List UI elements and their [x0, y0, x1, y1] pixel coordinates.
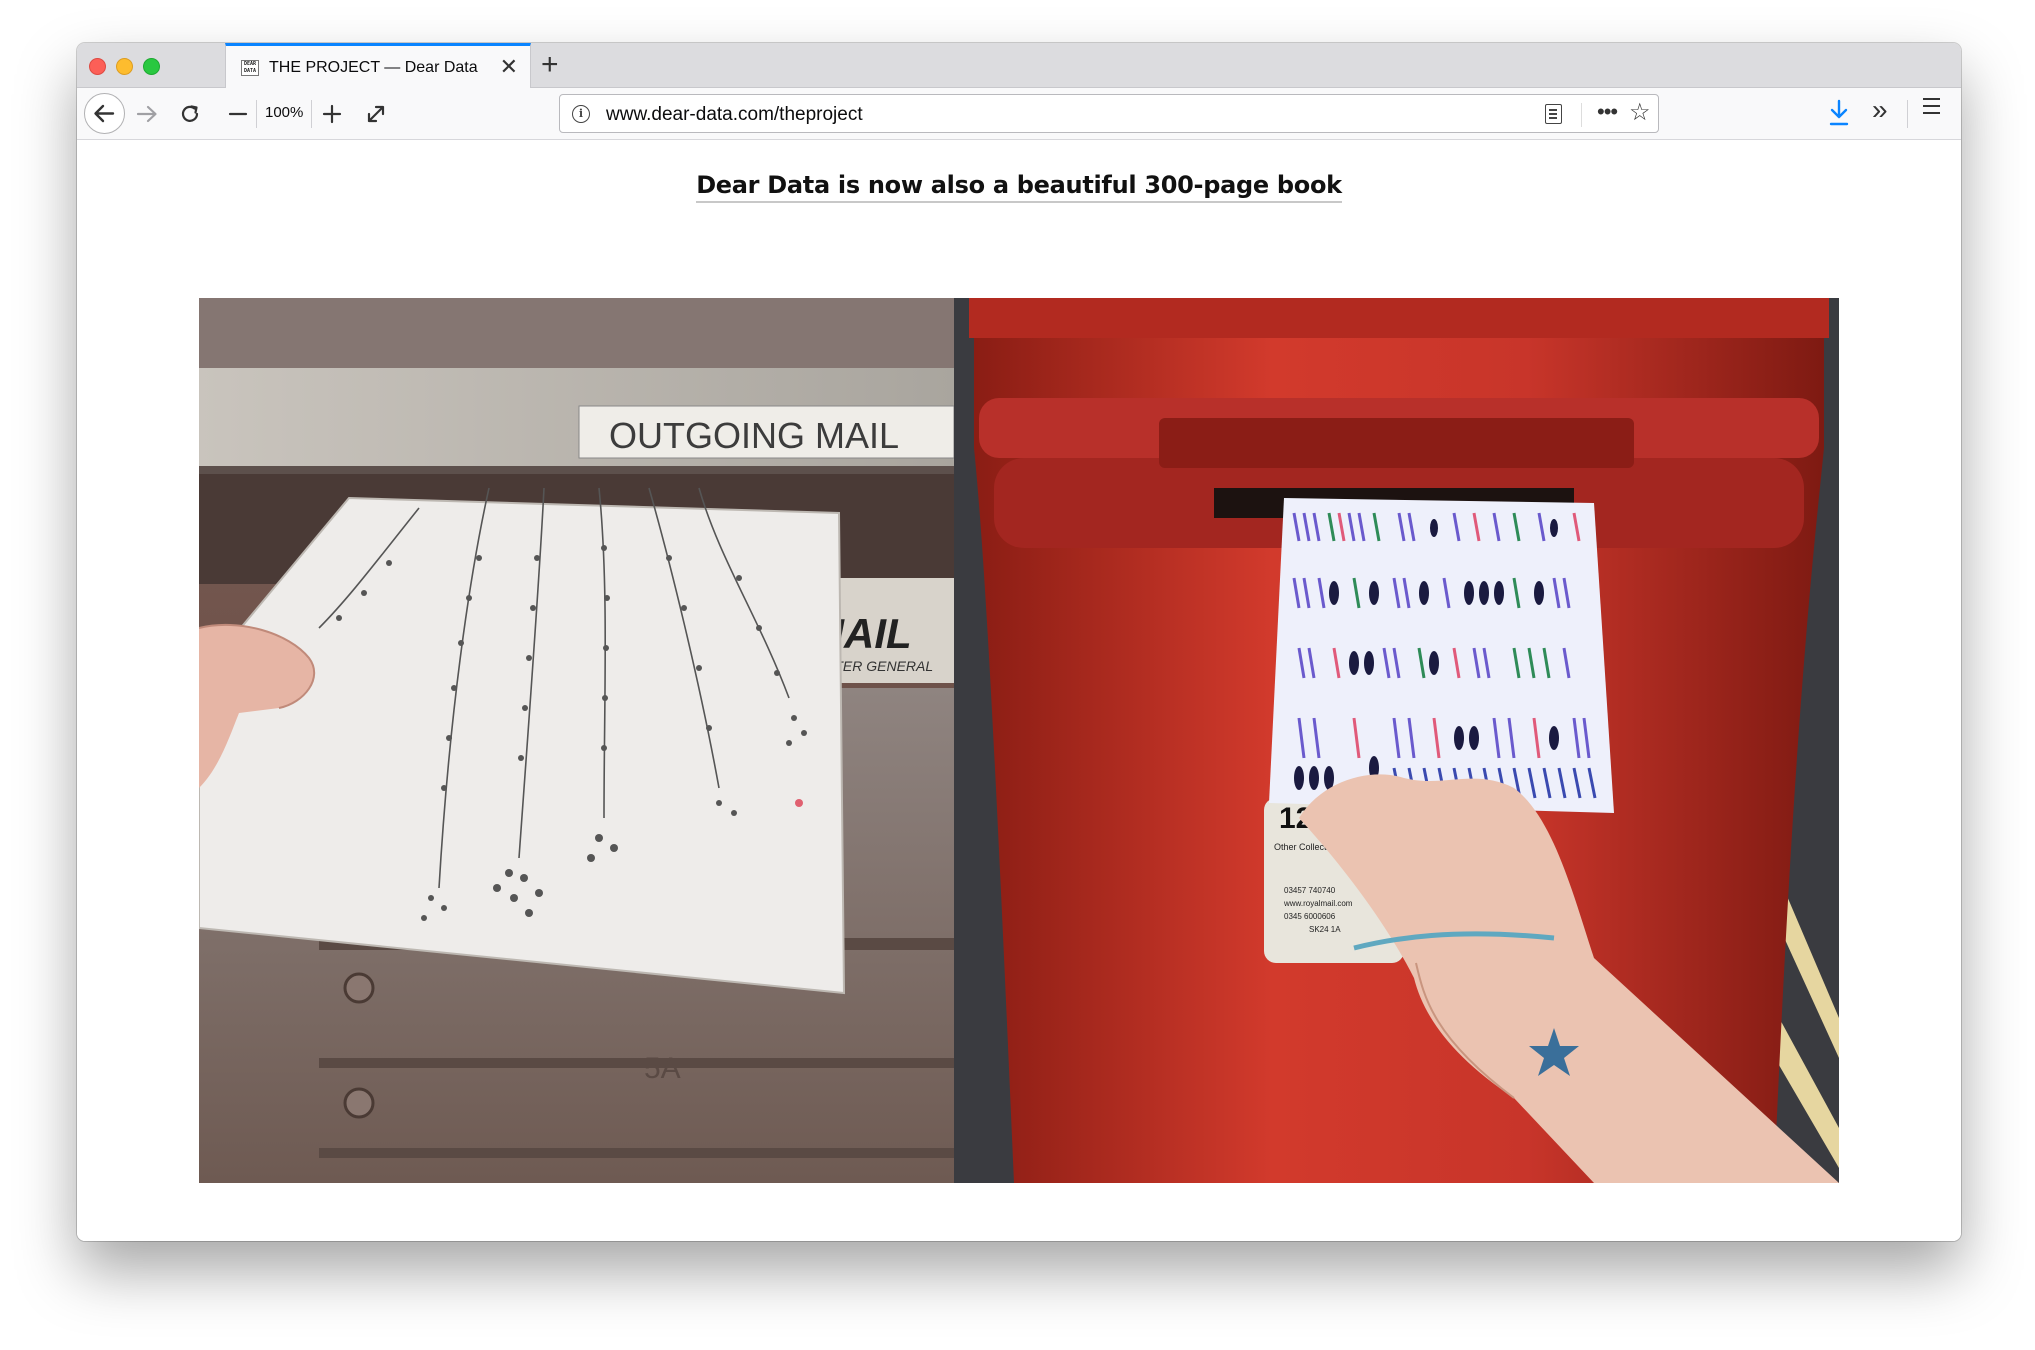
back-button[interactable]: [84, 93, 125, 134]
phone-1-text: 03457 740740: [1284, 886, 1336, 895]
tab-bar: DEAR DATA THE PROJECT — Dear Data ✕ +: [77, 43, 1961, 89]
navigation-toolbar: 100% i www.dear-data.com/theproject ••• …: [77, 88, 1961, 140]
download-icon[interactable]: [1827, 98, 1851, 128]
new-tab-plus-icon[interactable]: +: [541, 48, 559, 82]
page-content: Dear Data is now also a beautiful 300-pa…: [77, 141, 1961, 1241]
photo-red-post-box: 12 Other Collections 03457 740740 www.ro…: [954, 298, 1839, 1183]
book-link[interactable]: Dear Data is now also a beautiful 300-pa…: [696, 171, 1342, 203]
url-bar[interactable]: i www.dear-data.com/theproject ••• ☆: [559, 94, 1659, 133]
info-icon[interactable]: i: [572, 105, 590, 123]
tab-title: THE PROJECT — Dear Data: [269, 59, 478, 76]
phone-2-text: 0345 6000606: [1284, 912, 1336, 921]
zoom-out-icon[interactable]: [226, 102, 250, 126]
hamburger-menu-icon[interactable]: [1923, 98, 1940, 119]
book-link-container: Dear Data is now also a beautiful 300-pa…: [77, 171, 1961, 203]
window-minimize-button[interactable]: [116, 58, 133, 75]
arrow-left-icon: [94, 104, 115, 123]
zoom-in-icon[interactable]: [320, 102, 344, 126]
url-separator: [1581, 103, 1582, 127]
zoom-level[interactable]: 100%: [265, 104, 303, 121]
post-box-illustration: 12 Other Collections 03457 740740 www.ro…: [954, 298, 1839, 1183]
toolbar-separator: [311, 100, 312, 128]
postcode-text: SK24 1A: [1309, 925, 1341, 934]
fullscreen-icon[interactable]: [363, 101, 389, 127]
browser-window: DEAR DATA THE PROJECT — Dear Data ✕ + 10…: [77, 43, 1961, 1241]
page-actions-icon[interactable]: •••: [1597, 99, 1618, 125]
url-text[interactable]: www.dear-data.com/theproject: [606, 104, 863, 126]
overflow-chevron-icon[interactable]: »: [1872, 95, 1888, 125]
window-maximize-button[interactable]: [143, 58, 160, 75]
close-icon[interactable]: ✕: [500, 55, 518, 79]
website-text: www.royalmail.com: [1283, 899, 1353, 908]
reload-icon[interactable]: [177, 101, 203, 127]
box-number-text: 5A: [644, 1052, 681, 1085]
outgoing-mail-illustration: OUTGOING MAIL MAIL MASTER GENERAL 5A: [199, 298, 954, 1183]
tab-active[interactable]: DEAR DATA THE PROJECT — Dear Data ✕: [225, 43, 531, 89]
reader-view-icon[interactable]: [1545, 104, 1562, 124]
toolbar-separator: [256, 100, 257, 128]
window-close-button[interactable]: [89, 58, 106, 75]
outgoing-mail-sign-text: OUTGOING MAIL: [609, 415, 899, 456]
arrow-right-icon[interactable]: [134, 101, 160, 127]
photo-outgoing-mail: OUTGOING MAIL MAIL MASTER GENERAL 5A: [199, 298, 954, 1183]
toolbar-separator: [1907, 100, 1908, 128]
tab-favicon-icon: DEAR DATA: [241, 60, 259, 76]
bookmark-star-icon[interactable]: ☆: [1629, 99, 1651, 127]
